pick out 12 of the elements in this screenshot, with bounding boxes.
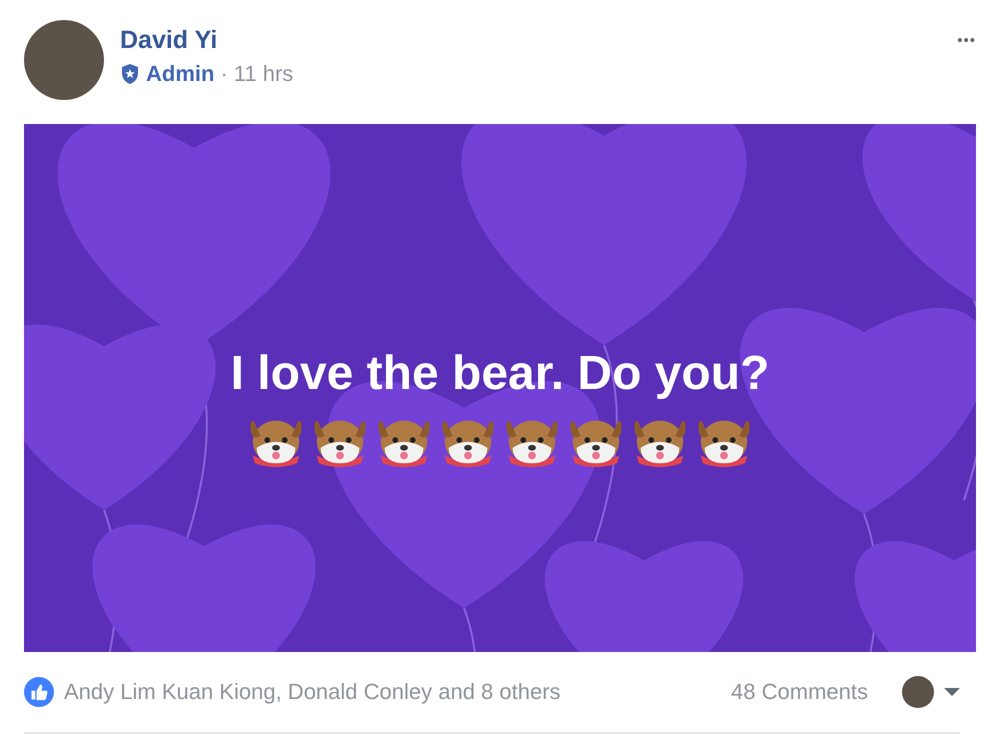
caret-icon[interactable] — [944, 687, 960, 697]
admin-link[interactable]: Admin — [146, 61, 214, 87]
reactions-link[interactable]: Andy Lim Kuan Kiong, Donald Conley and 8 others — [64, 679, 561, 705]
author-name-link[interactable]: David Yi — [120, 26, 294, 55]
timestamp-link[interactable]: 11 hrs — [234, 61, 294, 87]
more-options-button[interactable]: ••• — [957, 28, 976, 53]
post-text: I love the bear. Do you? — [230, 346, 770, 401]
comments-link[interactable]: 48 Comments — [731, 679, 868, 705]
separator-dot: · — [220, 61, 228, 87]
thumbs-up-icon — [24, 677, 54, 707]
shield-star-icon — [120, 63, 140, 85]
avatar-photo-placeholder[interactable] — [902, 676, 934, 708]
